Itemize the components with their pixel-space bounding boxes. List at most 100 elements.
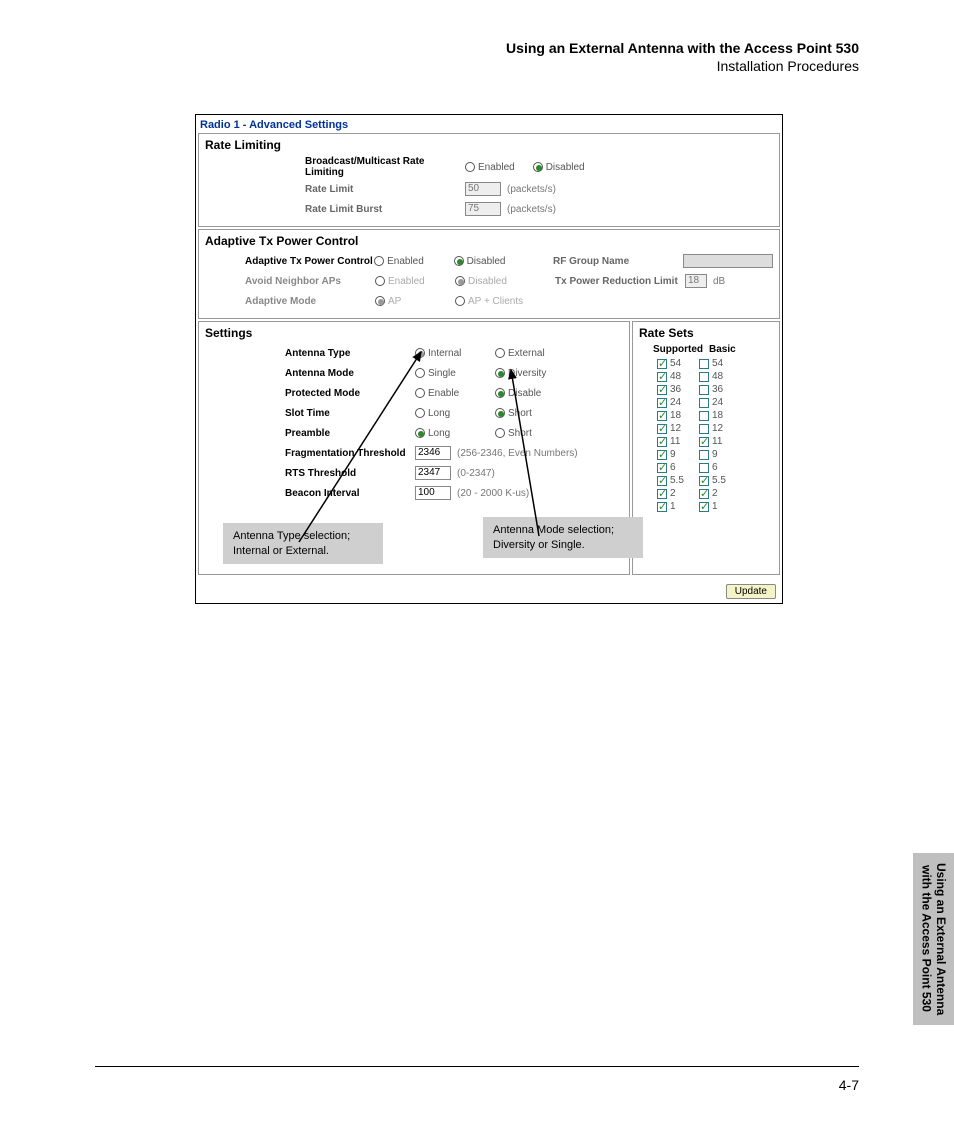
footer-rule	[95, 1066, 859, 1067]
basic-checkbox[interactable]	[699, 450, 709, 460]
prot-disable[interactable]: Disable	[495, 388, 575, 399]
rate-limit-label: Rate Limit	[305, 184, 465, 195]
prot-mode-label: Protected Mode	[285, 388, 415, 399]
mode-apclients-radio[interactable]: AP + Clients	[455, 296, 555, 307]
supported-header: Supported	[639, 344, 709, 355]
basic-checkbox[interactable]	[699, 437, 709, 447]
rate-value: 54	[670, 358, 681, 369]
rate-value: 54	[712, 358, 723, 369]
rf-group-label: RF Group Name	[553, 256, 683, 267]
rate-value: 1	[712, 501, 718, 512]
supported-checkbox[interactable]	[657, 476, 667, 486]
rate-row: 54 54	[639, 358, 773, 369]
supported-checkbox[interactable]	[657, 450, 667, 460]
rate-row: 11	[639, 501, 773, 512]
beacon-input[interactable]: 100	[415, 486, 451, 500]
supported-checkbox[interactable]	[657, 502, 667, 512]
prot-enable[interactable]: Enable	[415, 388, 495, 399]
basic-checkbox[interactable]	[699, 476, 709, 486]
avoid-disabled-radio[interactable]: Disabled	[455, 276, 535, 287]
rate-value: 12	[670, 423, 681, 434]
supported-checkbox[interactable]	[657, 489, 667, 499]
callout-antenna-mode: Antenna Mode selection; Diversity or Sin…	[483, 517, 643, 558]
rate-limit-input[interactable]: 50	[465, 182, 501, 196]
page-title: Using an External Antenna with the Acces…	[95, 40, 859, 56]
ant-mode-single[interactable]: Single	[415, 368, 495, 379]
basic-checkbox[interactable]	[699, 398, 709, 408]
rate-value: 1	[670, 501, 676, 512]
ant-type-external[interactable]: External	[495, 348, 575, 359]
rate-row: 1818	[639, 410, 773, 421]
rate-limiting-heading: Rate Limiting	[205, 138, 773, 152]
adaptive-mode-label: Adaptive Mode	[245, 296, 375, 307]
mode-ap-radio[interactable]: AP	[375, 296, 455, 307]
rate-value: 36	[670, 384, 681, 395]
rate-value: 2	[712, 488, 718, 499]
slot-label: Slot Time	[285, 408, 415, 419]
rate-row: 99	[639, 449, 773, 460]
slot-short[interactable]: Short	[495, 408, 575, 419]
rate-row: 24 24	[639, 397, 773, 408]
settings-panel: Radio 1 - Advanced Settings Rate Limitin…	[195, 114, 783, 604]
supported-checkbox[interactable]	[657, 411, 667, 421]
rate-value: 24	[670, 397, 681, 408]
rate-limiting-box: Rate Limiting Broadcast/Multicast Rate L…	[198, 133, 780, 227]
rate-sets-heading: Rate Sets	[639, 326, 773, 340]
rate-value: 5.5	[712, 475, 726, 486]
rts-input[interactable]: 2347	[415, 466, 451, 480]
rate-value: 5.5	[670, 475, 684, 486]
avoid-enabled-radio[interactable]: Enabled	[375, 276, 455, 287]
bm-disabled-radio[interactable]: Disabled	[533, 162, 585, 173]
update-button[interactable]: Update	[726, 584, 776, 599]
side-tab-line1: Using an External Antenna	[934, 863, 948, 1015]
atpc-box: Adaptive Tx Power Control Adaptive Tx Po…	[198, 229, 780, 319]
atpc-heading: Adaptive Tx Power Control	[205, 234, 773, 248]
rate-value: 24	[712, 397, 723, 408]
ant-mode-diversity[interactable]: Diversity	[495, 368, 575, 379]
preamble-short[interactable]: Short	[495, 428, 575, 439]
basic-checkbox[interactable]	[699, 502, 709, 512]
bm-enabled-radio[interactable]: Enabled	[465, 162, 515, 173]
settings-heading: Settings	[205, 326, 623, 340]
rate-row: 12 12	[639, 423, 773, 434]
settings-box: Settings Antenna Type Internal External …	[198, 321, 630, 575]
preamble-long[interactable]: Long	[415, 428, 495, 439]
rate-value: 18	[670, 410, 681, 421]
basic-checkbox[interactable]	[699, 372, 709, 382]
supported-checkbox[interactable]	[657, 424, 667, 434]
rate-value: 9	[712, 449, 718, 460]
supported-checkbox[interactable]	[657, 463, 667, 473]
rate-value: 9	[670, 449, 676, 460]
atpc-disabled-radio[interactable]: Disabled	[454, 256, 533, 267]
ant-type-label: Antenna Type	[285, 348, 415, 359]
txred-input[interactable]: 18	[685, 274, 707, 288]
rate-value: 11	[670, 436, 680, 447]
side-tab-line2: with the Access Point 530	[920, 865, 934, 1012]
basic-checkbox[interactable]	[699, 411, 709, 421]
burst-input[interactable]: 75	[465, 202, 501, 216]
supported-checkbox[interactable]	[657, 372, 667, 382]
rate-row: 66	[639, 462, 773, 473]
rts-label: RTS Threshold	[285, 468, 415, 479]
basic-checkbox[interactable]	[699, 463, 709, 473]
panel-title: Radio 1 - Advanced Settings	[196, 115, 782, 133]
basic-checkbox[interactable]	[699, 489, 709, 499]
basic-checkbox[interactable]	[699, 359, 709, 369]
ant-type-internal[interactable]: Internal	[415, 348, 495, 359]
supported-checkbox[interactable]	[657, 385, 667, 395]
basic-checkbox[interactable]	[699, 385, 709, 395]
supported-checkbox[interactable]	[657, 398, 667, 408]
rate-row: 22	[639, 488, 773, 499]
basic-checkbox[interactable]	[699, 424, 709, 434]
rate-row: 4848	[639, 371, 773, 382]
rate-row: 3636	[639, 384, 773, 395]
rate-value: 18	[712, 410, 723, 421]
atpc-enabled-radio[interactable]: Enabled	[374, 256, 453, 267]
rf-group-input[interactable]	[683, 254, 773, 268]
slot-long[interactable]: Long	[415, 408, 495, 419]
rate-value: 12	[712, 423, 723, 434]
supported-checkbox[interactable]	[657, 359, 667, 369]
frag-input[interactable]: 2346	[415, 446, 451, 460]
supported-checkbox[interactable]	[657, 437, 667, 447]
rate-value: 48	[670, 371, 681, 382]
